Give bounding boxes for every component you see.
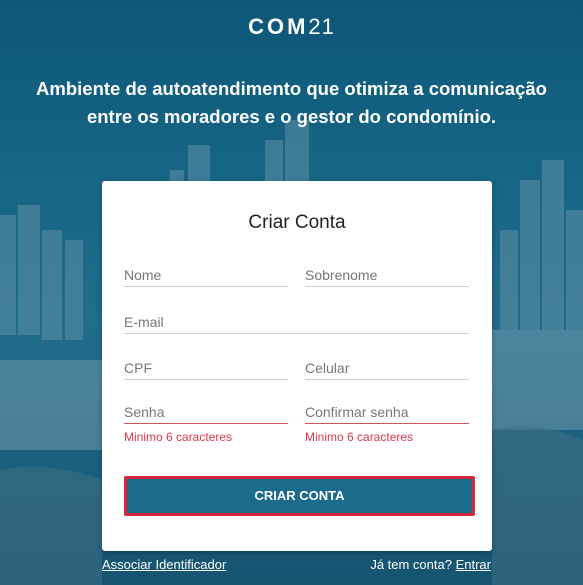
create-account-button[interactable]: CRIAR CONTA	[124, 476, 475, 516]
cpf-field	[124, 357, 288, 380]
logo-text-light: 21	[308, 14, 335, 39]
have-account-text: Já tem conta?	[370, 557, 452, 572]
phone-field	[305, 357, 469, 380]
password-input[interactable]	[124, 401, 288, 423]
login-prompt: Já tem conta? Entrar	[370, 557, 491, 572]
email-input[interactable]	[124, 311, 469, 333]
associate-identifier-link[interactable]: Associar Identificador	[102, 557, 226, 572]
tagline-line-1: Ambiente de autoatendimento que otimiza …	[36, 78, 547, 99]
email-field	[124, 311, 469, 334]
signup-card: Criar Conta Minimo 6 caracteres Minimo 6…	[102, 181, 492, 551]
password-error-message: Minimo 6 caracteres	[124, 430, 233, 444]
logo-text-bold: COM	[248, 14, 309, 39]
first-name-input[interactable]	[124, 264, 288, 286]
phone-input[interactable]	[305, 357, 469, 379]
tagline: Ambiente de autoatendimento que otimiza …	[20, 75, 563, 131]
first-name-field	[124, 264, 288, 287]
last-name-input[interactable]	[305, 264, 469, 286]
confirm-password-input[interactable]	[305, 401, 469, 423]
tagline-line-2: entre os moradores e o gestor do condomí…	[86, 106, 497, 127]
cpf-input[interactable]	[124, 357, 288, 379]
logo: COM21	[0, 14, 583, 40]
confirm-password-error-message: Minimo 6 caracteres	[305, 430, 414, 444]
form-title: Criar Conta	[248, 212, 346, 233]
password-field	[124, 401, 288, 424]
last-name-field	[305, 264, 469, 287]
login-link[interactable]: Entrar	[456, 557, 491, 572]
confirm-password-field	[305, 401, 469, 424]
